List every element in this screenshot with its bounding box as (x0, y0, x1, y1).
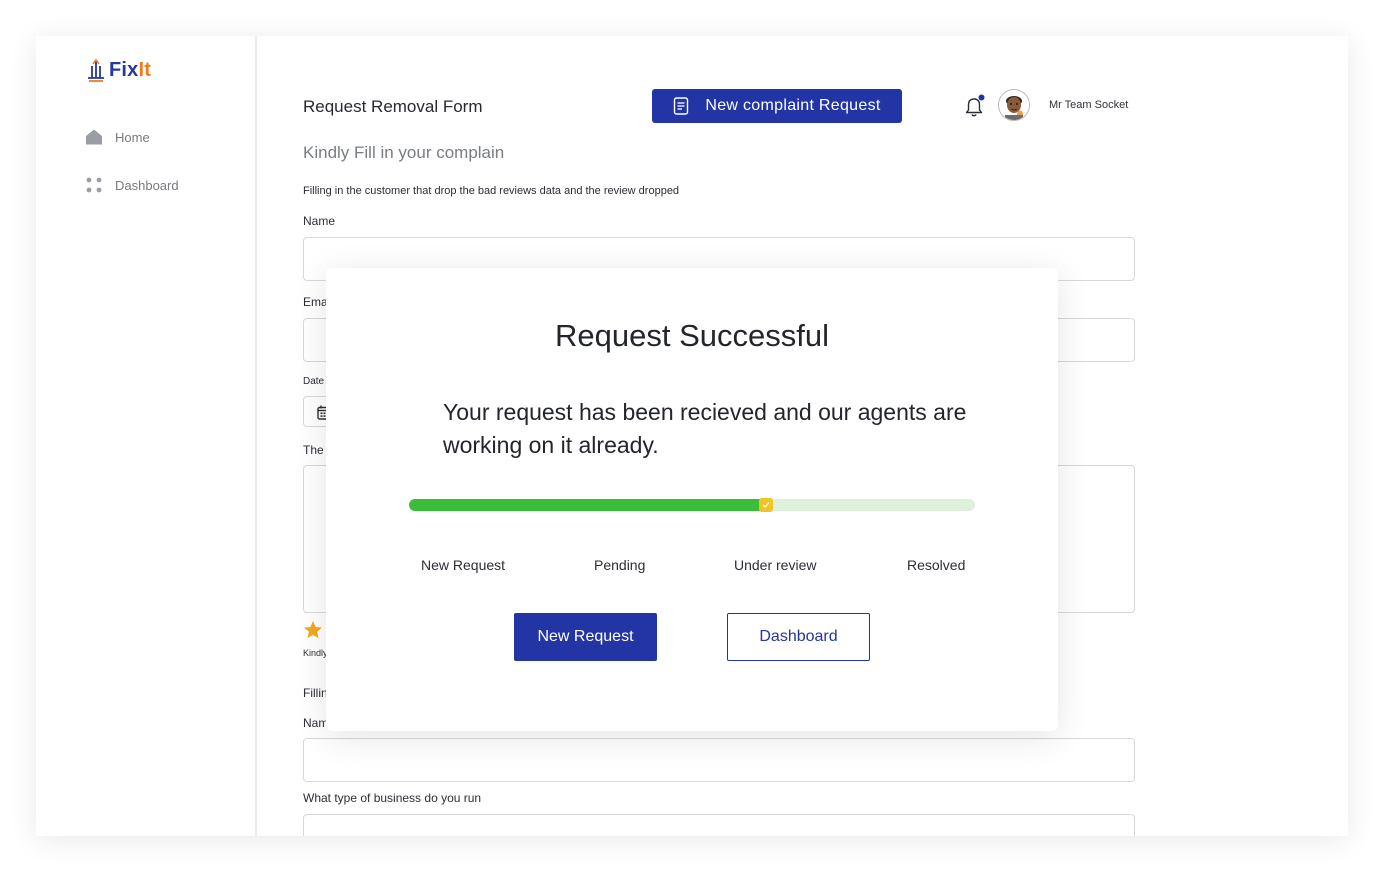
email-label: Ema (303, 295, 328, 309)
form-description: Filling in the customer that drop the ba… (303, 185, 680, 197)
new-request-button[interactable]: New Request (514, 613, 657, 661)
avatar-image (999, 90, 1029, 120)
document-icon (674, 97, 689, 115)
progress-marker (758, 498, 773, 512)
second-name-field[interactable] (303, 738, 1135, 782)
success-modal: Request Successful Your request has been… (326, 268, 1058, 731)
home-icon (86, 129, 102, 145)
business-label: What type of business do you run (303, 791, 482, 805)
sidebar-item-label: Dashboard (115, 177, 179, 193)
progress-fill (409, 499, 766, 511)
sidebar-item-label: Home (115, 129, 150, 145)
sidebar-item-dashboard[interactable]: Dashboard (85, 176, 179, 194)
step-resolved: Resolved (907, 557, 966, 573)
kindly-text: Kindly (303, 648, 328, 658)
step-under-review: Under review (734, 557, 817, 573)
dashboard-icon (86, 177, 102, 193)
name-label: Name (303, 214, 336, 228)
new-complaint-button[interactable]: New complaint Request (652, 89, 902, 123)
logo[interactable]: FixIt (86, 58, 151, 82)
page-title: Request Removal Form (303, 97, 483, 116)
notification-bell-icon[interactable] (964, 94, 986, 118)
filling-label: Fillin (303, 686, 328, 700)
step-pending: Pending (594, 557, 646, 573)
user-name: Mr Team Socket (1049, 99, 1129, 111)
modal-title: Request Successful (555, 318, 829, 353)
logo-icon (88, 58, 104, 82)
star-icon[interactable] (303, 620, 323, 640)
sidebar-item-home[interactable]: Home (85, 128, 150, 146)
dashboard-button[interactable]: Dashboard (727, 613, 870, 661)
review-label: The (303, 443, 324, 457)
avatar[interactable] (998, 89, 1030, 121)
logo-text: FixIt (109, 58, 152, 81)
check-icon (762, 502, 770, 508)
progress-bar (409, 498, 975, 512)
date-label: Date (303, 376, 325, 387)
modal-message: Your request has been recieved and our a… (443, 399, 967, 458)
name2-label: Nam (303, 716, 329, 730)
form-subtitle: Kindly Fill in your complain (303, 143, 505, 162)
business-field[interactable] (303, 814, 1135, 836)
sidebar: FixIt Home Dashboard (36, 36, 257, 836)
step-new-request: New Request (421, 557, 506, 573)
new-complaint-label: New complaint Request (705, 97, 881, 114)
app-window: FixIt Home Dashboard Request Removal For… (36, 36, 1348, 836)
